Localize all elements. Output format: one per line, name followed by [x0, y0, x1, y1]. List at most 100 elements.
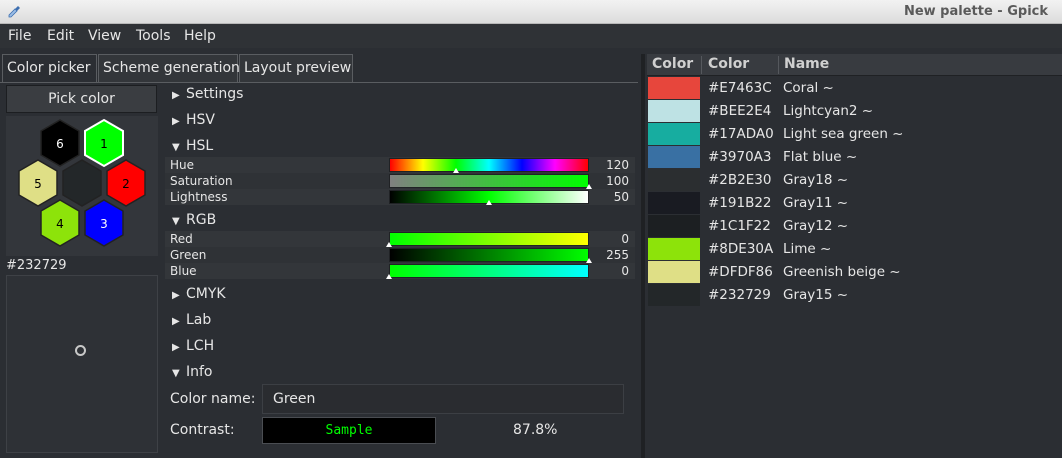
palette-name: Light sea green ~: [783, 126, 904, 142]
palette-row[interactable]: #E7463C Coral ~: [647, 77, 1062, 100]
palette-row[interactable]: #191B22 Gray11 ~: [647, 192, 1062, 215]
header-separator: [701, 56, 702, 74]
hexagon-swatch-center: [62, 159, 102, 207]
cursor-ring-icon: [75, 345, 86, 356]
section-hsl[interactable]: ▼ HSL: [172, 138, 213, 154]
palette-swatch: [648, 100, 700, 122]
palette-swatch: [648, 238, 700, 260]
section-cmyk[interactable]: ▶ CMYK: [172, 286, 226, 302]
color-name-input[interactable]: Green: [262, 384, 624, 414]
section-hsv-label: HSV: [186, 112, 215, 128]
section-hsv[interactable]: ▶ HSV: [172, 112, 215, 128]
blue-slider[interactable]: [389, 264, 589, 278]
expander-expanded-icon: ▼: [172, 142, 180, 153]
palette-name: Greenish beige ~: [783, 264, 901, 280]
header-name[interactable]: Name: [784, 56, 829, 72]
hue-slider[interactable]: [389, 158, 589, 172]
color-name-label: Color name:: [170, 391, 256, 407]
menu-file[interactable]: File: [8, 28, 31, 44]
palette-name: Flat blue ~: [783, 149, 858, 165]
palette-swatch: [648, 123, 700, 145]
contrast-value: 87.8%: [513, 422, 558, 438]
tab-scheme-generation[interactable]: Scheme generation: [98, 54, 240, 82]
saturation-slider[interactable]: [389, 174, 589, 188]
hexagon-label-3: 3: [100, 217, 108, 231]
palette-row[interactable]: #232729 Gray15 ~: [647, 284, 1062, 307]
contrast-label: Contrast:: [170, 422, 235, 438]
palette-row[interactable]: #2B2E30 Gray18 ~: [647, 169, 1062, 192]
palette-swatch: [648, 261, 700, 283]
palette-name: Gray15 ~: [783, 287, 849, 303]
green-slider[interactable]: [389, 248, 589, 262]
tab-layout-preview[interactable]: Layout preview: [239, 54, 353, 82]
palette-row[interactable]: #BEE2E4 Lightcyan2 ~: [647, 100, 1062, 123]
expander-collapsed-icon: ▶: [172, 316, 180, 327]
hexagon-label-2: 2: [122, 177, 130, 191]
expander-collapsed-icon: ▶: [172, 90, 180, 101]
menu-view[interactable]: View: [88, 28, 121, 44]
palette-name: Lime ~: [783, 241, 832, 257]
blue-label: Blue: [170, 264, 197, 278]
palette-swatch: [648, 284, 700, 306]
red-slider[interactable]: [389, 232, 589, 246]
hue-marker: [452, 168, 459, 173]
hexagon-label-1: 1: [100, 137, 108, 151]
contrast-sample: Sample: [262, 417, 436, 444]
tab-divider: [0, 82, 638, 83]
menu-tools[interactable]: Tools: [136, 28, 171, 44]
palette-row[interactable]: #3970A3 Flat blue ~: [647, 146, 1062, 169]
section-rgb-label: RGB: [186, 212, 217, 228]
current-color-hex: #232729: [6, 258, 67, 273]
palette-header: Color Color Name: [647, 54, 1062, 76]
red-marker: [386, 242, 392, 247]
swatch-hexagons: 6 1 2 3 4 5: [6, 116, 158, 256]
palette-hex: #1C1F22: [708, 218, 771, 234]
palette-hex: #E7463C: [708, 80, 772, 96]
header-color-hex[interactable]: Color: [708, 56, 749, 72]
hue-value: 120: [606, 158, 629, 172]
section-settings[interactable]: ▶ Settings: [172, 86, 243, 102]
hexagon-label-6: 6: [56, 137, 64, 151]
section-lab-label: Lab: [186, 312, 212, 328]
hexagon-label-4: 4: [56, 217, 64, 231]
saturation-value: 100: [606, 174, 629, 188]
palette-hex: #232729: [708, 287, 771, 303]
green-label: Green: [170, 248, 207, 262]
header-color-swatch[interactable]: Color: [652, 56, 693, 72]
section-lch[interactable]: ▶ LCH: [172, 338, 214, 354]
palette-name: Gray11 ~: [783, 195, 849, 211]
palette-swatch: [648, 192, 700, 214]
title-bar: New palette - Gpick: [0, 0, 1062, 24]
palette-hex: #BEE2E4: [708, 103, 772, 119]
palette-hex: #17ADA0: [708, 126, 774, 142]
palette-list: Color Color Name #E7463C Coral ~ #BEE2E4…: [647, 54, 1062, 458]
menu-edit[interactable]: Edit: [47, 28, 74, 44]
lightness-marker: [486, 200, 492, 205]
palette-row[interactable]: #8DE30A Lime ~: [647, 238, 1062, 261]
palette-name: Lightcyan2 ~: [783, 103, 874, 119]
palette-swatch: [648, 169, 700, 191]
section-lch-label: LCH: [186, 338, 215, 354]
menu-help[interactable]: Help: [184, 28, 216, 44]
blue-value: 0: [621, 264, 629, 278]
pick-color-button[interactable]: Pick color: [6, 85, 157, 113]
palette-hex: #191B22: [708, 195, 772, 211]
expander-collapsed-icon: ▶: [172, 116, 180, 127]
palette-row[interactable]: #1C1F22 Gray12 ~: [647, 215, 1062, 238]
hue-label: Hue: [170, 158, 195, 172]
palette-name: Gray18 ~: [783, 172, 849, 188]
hexagon-label-5: 5: [34, 177, 42, 191]
color-zoom-area[interactable]: [6, 275, 158, 453]
palette-swatch: [648, 146, 700, 168]
section-lab[interactable]: ▶ Lab: [172, 312, 211, 328]
header-separator: [778, 56, 779, 74]
palette-row[interactable]: #DFDF86 Greenish beige ~: [647, 261, 1062, 284]
palette-swatch: [648, 215, 700, 237]
blue-marker: [386, 274, 392, 279]
palette-row[interactable]: #17ADA0 Light sea green ~: [647, 123, 1062, 146]
section-rgb[interactable]: ▼ RGB: [172, 212, 216, 228]
pane-divider[interactable]: [641, 54, 645, 458]
section-info-label: Info: [186, 364, 213, 380]
tab-color-picker[interactable]: Color picker: [2, 54, 97, 82]
section-info[interactable]: ▼ Info: [172, 364, 213, 380]
